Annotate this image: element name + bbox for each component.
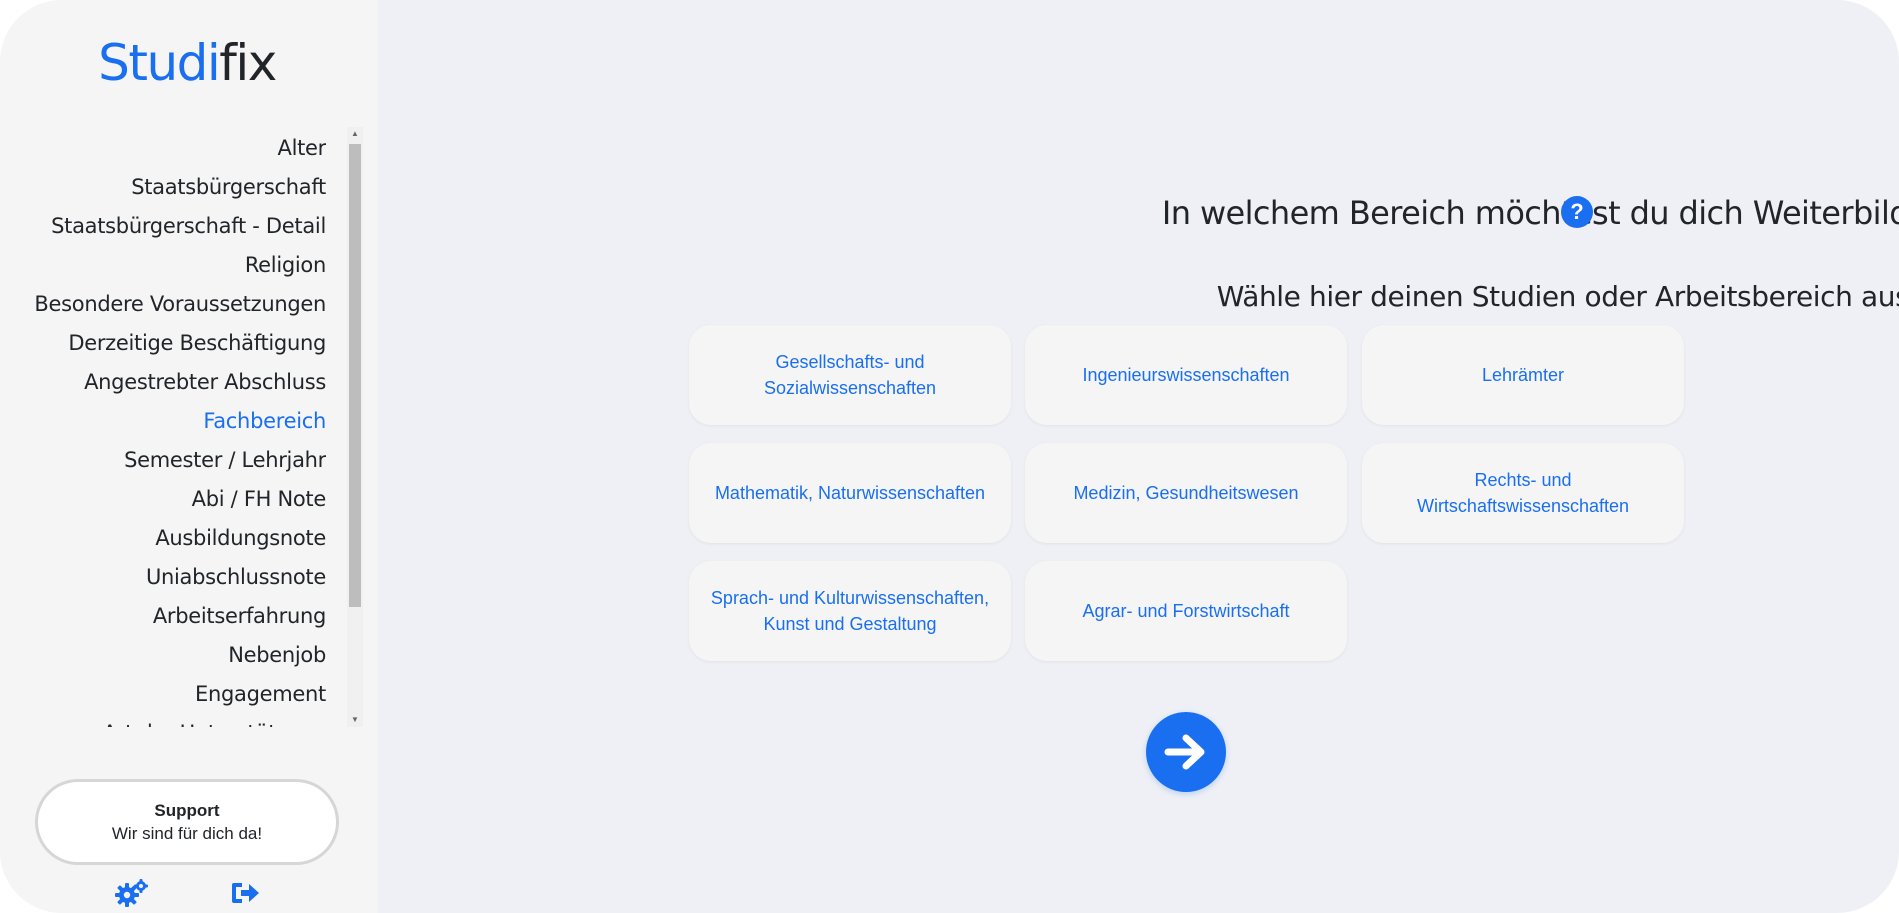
sidebar-item-fachbereich[interactable]: Fachbereich	[203, 402, 326, 441]
next-button[interactable]	[1146, 712, 1226, 792]
sidebar-scrollbar[interactable]: ▲ ▼	[347, 127, 363, 727]
support-subtitle: Wir sind für dich da!	[111, 824, 263, 843]
scroll-up-arrow-icon[interactable]: ▲	[347, 127, 363, 141]
sidebar-item-arbeitserfahrung[interactable]: Arbeitserfahrung	[153, 597, 326, 636]
logo[interactable]: Studifix	[0, 30, 374, 96]
arrow-right-icon	[1164, 734, 1205, 770]
support-title: Support	[154, 801, 220, 820]
option-gesellschafts-sozialwissenschaften[interactable]: Gesellschafts- und Sozialwissenschaften	[689, 325, 1011, 425]
sidebar-item-abi-fh-note[interactable]: Abi / FH Note	[192, 480, 326, 519]
scroll-down-arrow-icon[interactable]: ▼	[347, 713, 363, 727]
sidebar-item-staatsbuergerschaft[interactable]: Staatsbürgerschaft	[131, 168, 326, 207]
sidebar-item-religion[interactable]: Religion	[245, 246, 326, 285]
logo-part-fix: fix	[219, 34, 277, 92]
sidebar-item-nebenjob[interactable]: Nebenjob	[228, 636, 326, 675]
sidebar-item-besondere-voraussetzungen[interactable]: Besondere Voraussetzungen	[34, 285, 326, 324]
option-agrar-forstwirtschaft[interactable]: Agrar- und Forstwirtschaft	[1025, 561, 1347, 661]
option-ingenieurswissenschaften[interactable]: Ingenieurswissenschaften	[1025, 325, 1347, 425]
sidebar-item-ausbildungsnote[interactable]: Ausbildungsnote	[155, 519, 326, 558]
app-window: Studifix Alter Staatsbürgerschaft Staats…	[0, 0, 1899, 913]
option-mathematik-naturwissenschaften[interactable]: Mathematik, Naturwissenschaften	[689, 443, 1011, 543]
sidebar-item-staatsbuergerschaft-detail[interactable]: Staatsbürgerschaft - Detail	[51, 207, 326, 246]
sidebar-item-angestrebter-abschluss[interactable]: Angestrebter Abschluss	[84, 363, 326, 402]
option-medizin-gesundheitswesen[interactable]: Medizin, Gesundheitswesen	[1025, 443, 1347, 543]
page-title: In welchem Bereich möchtest du dich Weit…	[1161, 194, 1899, 232]
scrollbar-thumb[interactable]	[349, 144, 361, 607]
sidebar-item-uniabschlussnote[interactable]: Uniabschlussnote	[146, 558, 326, 597]
gears-icon[interactable]	[115, 878, 149, 908]
question-circle-icon[interactable]: ?	[1561, 196, 1593, 228]
option-sprach-kulturwissenschaften[interactable]: Sprach- und Kulturwissenschaften, Kunst …	[689, 561, 1011, 661]
main-content: In welchem Bereich möchtest du dich Weit…	[378, 0, 1899, 913]
sidebar-item-alter[interactable]: Alter	[278, 129, 327, 168]
option-rechts-wirtschaftswissenschaften[interactable]: Rechts- und Wirtschaftswissenschaften	[1362, 443, 1684, 543]
logo-part-studi: Studi	[98, 34, 221, 92]
sidebar-item-derzeitige-beschaeftigung[interactable]: Derzeitige Beschäftigung	[68, 324, 326, 363]
sidebar: Studifix Alter Staatsbürgerschaft Staats…	[0, 0, 378, 913]
option-lehraemter[interactable]: Lehrämter	[1362, 325, 1684, 425]
sign-out-icon[interactable]	[230, 878, 264, 908]
sidebar-item-engagement[interactable]: Engagement	[195, 675, 326, 714]
sidebar-item-art-der-unterstuetzung[interactable]: Art der Unterstützung	[103, 714, 326, 727]
sidebar-item-semester-lehrjahr[interactable]: Semester / Lehrjahr	[124, 441, 326, 480]
support-button[interactable]: Support Wir sind für dich da!	[35, 779, 339, 865]
page-subtitle: Wähle hier deinen Studien oder Arbeitsbe…	[1216, 280, 1899, 313]
sidebar-nav: Alter Staatsbürgerschaft Staatsbürgersch…	[20, 127, 326, 727]
